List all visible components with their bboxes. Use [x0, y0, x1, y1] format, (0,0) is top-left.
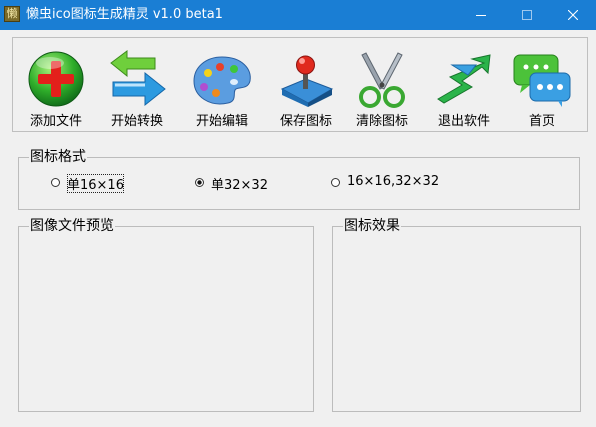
chat-home-icon	[513, 54, 571, 107]
maximize-button[interactable]	[504, 0, 550, 30]
app-icon: 懒	[4, 6, 20, 22]
add-file-button[interactable]: 添加文件	[17, 44, 95, 132]
home-button[interactable]: 首页	[503, 44, 581, 132]
radio-unchecked-icon	[331, 178, 340, 187]
start-convert-button[interactable]: 开始转换	[98, 44, 176, 132]
image-preview-group: 图像文件预览	[18, 216, 314, 412]
start-convert-label: 开始转换	[110, 114, 163, 129]
icon-format-group: 图标格式 单16×16 单32×32 16×16,32×32	[18, 147, 580, 210]
start-edit-label: 开始编辑	[195, 114, 248, 129]
radio-16x16-32x32[interactable]: 16×16,32×32	[331, 174, 471, 192]
title-bar[interactable]: 懒 懒虫ico图标生成精灵 v1.0 beta1	[0, 0, 596, 30]
radio-unchecked-icon	[51, 178, 60, 187]
paint-palette-icon	[193, 56, 251, 105]
close-button[interactable]	[550, 0, 596, 30]
exit-software-label: 退出软件	[437, 114, 490, 129]
icon-format-title: 图标格式	[29, 147, 87, 167]
icon-effect-group: 图标效果	[332, 216, 581, 412]
add-file-label: 添加文件	[29, 114, 82, 129]
radio-32x32[interactable]: 单32×32	[195, 174, 285, 193]
exit-arrow-icon	[437, 54, 491, 104]
icon-effect-title: 图标效果	[343, 216, 401, 236]
add-file-icon	[28, 51, 84, 107]
exit-software-button[interactable]: 退出软件	[425, 44, 503, 132]
minimize-button[interactable]	[458, 0, 504, 30]
clear-icon-button[interactable]: 清除图标	[343, 44, 421, 132]
toolbar: 添加文件 开始转换 开始编辑 保存图标 清除图标 退出软件 首页	[12, 37, 588, 132]
maximize-icon	[522, 10, 532, 20]
image-preview-title: 图像文件预览	[29, 216, 115, 236]
radio-32x32-label: 单32×32	[211, 178, 268, 193]
window-title: 懒虫ico图标生成精灵 v1.0 beta1	[26, 7, 223, 22]
radio-16x16[interactable]: 单16×16	[51, 174, 141, 193]
radio-checked-icon	[195, 178, 204, 187]
convert-arrows-icon	[110, 50, 166, 107]
home-label: 首页	[528, 114, 555, 129]
start-edit-button[interactable]: 开始编辑	[183, 44, 261, 132]
save-icon-label: 保存图标	[279, 114, 332, 129]
clear-icon-label: 清除图标	[355, 114, 408, 129]
close-icon	[568, 10, 578, 20]
joystick-save-icon	[280, 55, 334, 107]
minimize-icon	[476, 15, 486, 16]
radio-16x16-label: 单16×16	[67, 174, 124, 193]
radio-16x16-32x32-label: 16×16,32×32	[347, 174, 440, 189]
save-icon-button[interactable]: 保存图标	[267, 44, 345, 132]
scissors-icon	[359, 52, 405, 108]
